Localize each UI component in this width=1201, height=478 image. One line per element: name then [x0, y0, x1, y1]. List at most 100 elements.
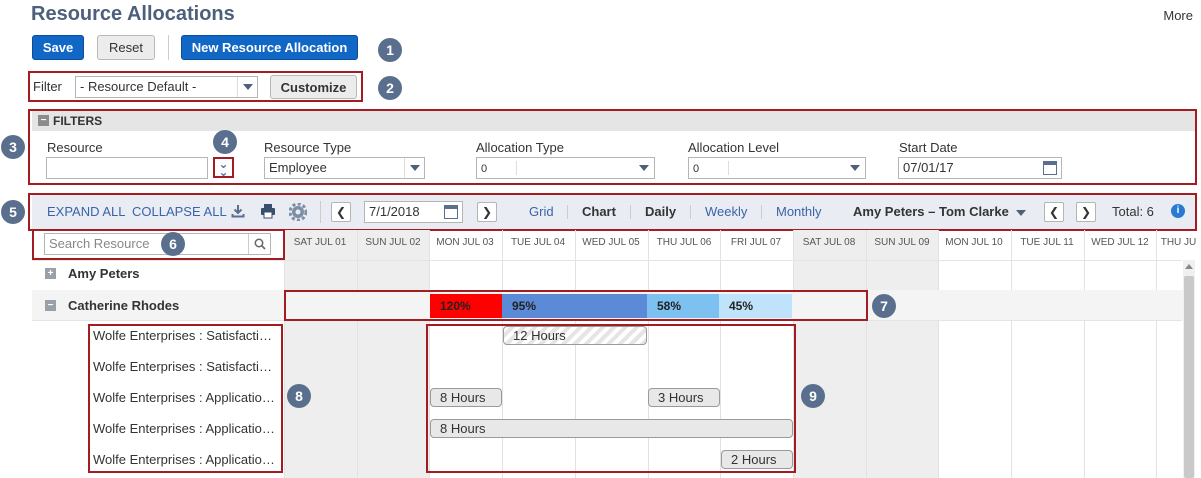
allocation-level-select[interactable]: 0 [688, 157, 866, 179]
callout-box-allocations [426, 324, 796, 473]
filters-title: FILTERS [53, 114, 103, 128]
day-column [793, 230, 866, 478]
expand-icon[interactable]: + [45, 268, 56, 279]
previous-page-button[interactable]: ❮ [1044, 202, 1064, 222]
callout-badge: 8 [287, 384, 311, 408]
chevron-right-icon: ❯ [1080, 205, 1092, 219]
callout-badge: 3 [1, 135, 25, 159]
daily-view-link[interactable]: Daily [645, 204, 676, 219]
toolbar-divider [168, 35, 169, 60]
allocation-type-label: Allocation Type [476, 140, 564, 155]
more-menu[interactable]: More [1163, 8, 1193, 23]
collapse-all-link[interactable]: COLLAPSE ALL [132, 204, 227, 219]
day-header: SAT JUL 08 [802, 237, 856, 248]
chevron-down-icon [634, 158, 654, 178]
filters-header[interactable]: − FILTERS [32, 111, 1195, 131]
total-count: Total: 6 [1112, 204, 1154, 219]
day-header: MON JUL 03 [436, 237, 494, 248]
callout-badge: 1 [378, 38, 402, 62]
day-column [938, 230, 1011, 478]
toolbar-divider [320, 201, 321, 223]
customize-button[interactable]: Customize [270, 75, 357, 99]
day-header: WED JUL 05 [582, 237, 640, 248]
allocation-type-value: 0 [481, 161, 517, 175]
resource-input[interactable] [46, 157, 208, 179]
callout-badge: 5 [1, 200, 25, 224]
filter-label: Filter [33, 79, 62, 94]
grid-view-link[interactable]: Grid [529, 204, 554, 219]
scrollbar-thumb[interactable] [1184, 276, 1194, 478]
chart-view-link[interactable]: Chart [582, 204, 616, 219]
resource-range-select[interactable]: Amy Peters – Tom Clarke [853, 204, 1027, 219]
reset-button[interactable]: Reset [97, 35, 155, 60]
toolbar-divider [761, 205, 762, 219]
print-icon[interactable] [260, 203, 276, 219]
day-header: SUN JUL 02 [365, 237, 421, 248]
new-allocation-button[interactable]: New Resource Allocation [181, 35, 358, 60]
search-icon[interactable] [248, 234, 270, 254]
day-header: TUE JUL 11 [1020, 237, 1074, 248]
next-page-button[interactable]: ❯ [1076, 202, 1096, 222]
multi-select-button[interactable]: ⌄ ⌄ [213, 157, 234, 178]
calendar-icon[interactable] [1043, 161, 1057, 175]
allocation-type-select[interactable]: 0 [476, 157, 655, 179]
callout-badge: 9 [801, 384, 825, 408]
saved-filter-value: - Resource Default - [80, 79, 197, 94]
day-header: THU JU [1160, 237, 1197, 248]
resource-label: Resource [47, 140, 103, 155]
day-header: SAT JUL 01 [293, 237, 347, 248]
day-header: TUE JUL 04 [510, 237, 566, 248]
monthly-view-link[interactable]: Monthly [776, 204, 822, 219]
chevron-right-icon: ❯ [481, 205, 493, 219]
start-date-value: 07/01/17 [903, 160, 954, 175]
callout-box-utilization [284, 290, 868, 321]
day-header: WED JUL 12 [1091, 237, 1149, 248]
scroll-up-icon[interactable] [1185, 264, 1193, 269]
saved-filter-select[interactable]: - Resource Default - [75, 76, 258, 98]
resource-name[interactable]: Amy Peters [68, 266, 140, 281]
row-separator [32, 260, 1182, 261]
chevron-down-icon [845, 158, 865, 178]
day-header: MON JUL 10 [945, 237, 1003, 248]
allocation-level-value: 0 [693, 161, 729, 175]
collapse-icon[interactable]: − [38, 115, 49, 126]
callout-badge: 4 [213, 130, 237, 154]
calendar-icon[interactable] [444, 205, 458, 219]
callout-badge: 6 [161, 232, 185, 256]
next-date-button[interactable]: ❯ [477, 202, 497, 222]
info-icon[interactable]: i [1171, 204, 1185, 218]
resource-type-label: Resource Type [264, 140, 352, 155]
download-icon[interactable] [231, 204, 245, 218]
callout-box-projects [88, 324, 283, 473]
chevron-down-icon [404, 158, 424, 178]
search-resource-input[interactable]: Search Resource [44, 233, 271, 255]
expand-all-link[interactable]: EXPAND ALL [47, 204, 126, 219]
previous-date-button[interactable]: ❮ [331, 202, 351, 222]
chart-date-input[interactable]: 7/1/2018 [364, 201, 463, 223]
callout-badge: 2 [378, 76, 402, 100]
toolbar-divider [630, 205, 631, 219]
double-chevron-down-icon: ⌄ ⌄ [218, 156, 229, 179]
day-column [1011, 230, 1084, 478]
resource-type-select[interactable]: Employee [264, 157, 425, 179]
callout-badge: 7 [872, 294, 896, 318]
chevron-down-icon [237, 77, 257, 97]
day-column [357, 230, 430, 478]
chart-date-value: 7/1/2018 [369, 204, 420, 219]
day-column [1156, 230, 1183, 478]
day-column [866, 230, 939, 478]
chevron-left-icon: ❮ [1048, 205, 1060, 219]
toolbar-divider [690, 205, 691, 219]
start-date-input[interactable]: 07/01/17 [898, 157, 1062, 179]
search-placeholder: Search Resource [49, 236, 150, 251]
resource-name[interactable]: Catherine Rhodes [68, 298, 179, 313]
collapse-icon[interactable]: − [45, 300, 56, 311]
toolbar-divider [567, 205, 568, 219]
weekly-view-link[interactable]: Weekly [705, 204, 747, 219]
save-button[interactable]: Save [32, 35, 84, 60]
gear-icon[interactable] [288, 202, 308, 222]
day-column [284, 230, 357, 478]
resource-range-value: Amy Peters – Tom Clarke [853, 204, 1009, 219]
allocation-level-label: Allocation Level [688, 140, 780, 155]
chevron-down-icon [1016, 209, 1027, 216]
